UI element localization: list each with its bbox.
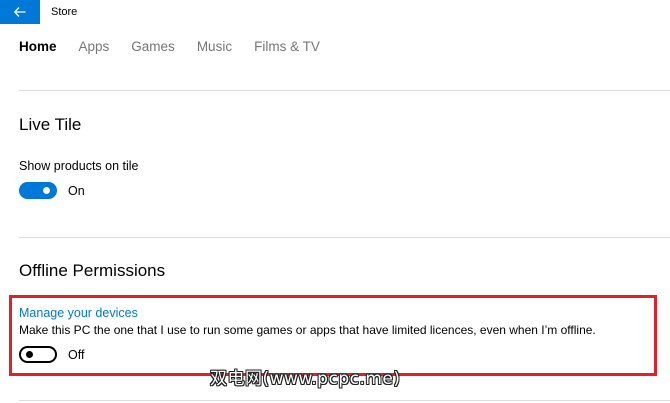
- tab-games[interactable]: Games: [131, 38, 175, 58]
- tab-films-tv[interactable]: Films & TV: [254, 38, 320, 58]
- divider: [19, 400, 670, 401]
- toggle-knob: [43, 187, 50, 194]
- nav-tabs: Home Apps Games Music Films & TV: [19, 38, 342, 58]
- toggle-knob: [26, 351, 33, 358]
- live-tile-toggle[interactable]: [19, 182, 57, 199]
- title-bar: Store: [0, 0, 670, 24]
- live-tile-toggle-state: On: [68, 184, 85, 198]
- offline-permissions-heading: Offline Permissions: [19, 261, 166, 280]
- live-tile-heading: Live Tile: [19, 115, 82, 134]
- watermark: 双电网(www.pcpc.me): [210, 369, 401, 389]
- offline-toggle-state: Off: [68, 348, 85, 362]
- app-title: Store: [51, 6, 78, 18]
- offline-description: Make this PC the one that I use to run s…: [19, 323, 596, 337]
- divider: [19, 237, 670, 238]
- offline-toggle[interactable]: [19, 346, 57, 363]
- show-products-label: Show products on tile: [19, 159, 139, 173]
- tab-apps[interactable]: Apps: [79, 38, 110, 58]
- manage-devices-link[interactable]: Manage your devices: [19, 305, 138, 321]
- divider: [19, 90, 670, 91]
- tab-home[interactable]: Home: [19, 38, 57, 58]
- store-settings-page: Store Home Apps Games Music Films & TV L…: [0, 0, 670, 403]
- tab-music[interactable]: Music: [197, 38, 232, 58]
- back-button[interactable]: [0, 0, 40, 24]
- back-arrow-icon: [14, 7, 26, 17]
